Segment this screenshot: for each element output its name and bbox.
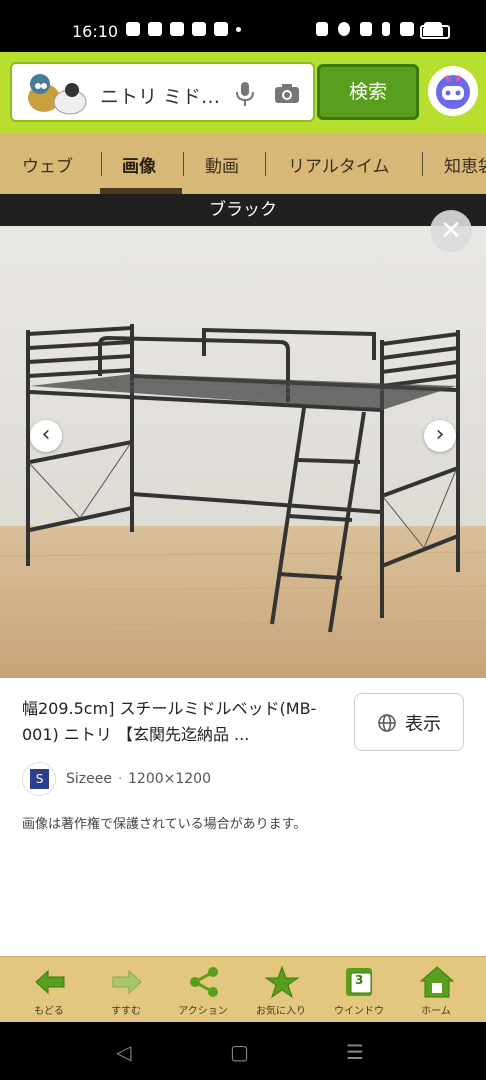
tab-video[interactable]: 動画 — [205, 152, 239, 177]
home-label: ホーム — [421, 1006, 451, 1017]
view-page-button[interactable]: 表示 — [354, 693, 464, 751]
copyright-note: 画像は著作権で保護されている場合があります。 — [22, 817, 307, 832]
nav-home-icon[interactable]: ▢ — [230, 1040, 249, 1064]
next-image-button[interactable]: › — [424, 420, 456, 452]
source-separator: · — [118, 771, 123, 787]
cart-icon — [170, 22, 184, 36]
tab-web[interactable]: ウェブ — [22, 152, 73, 177]
search-header: ニトリ ミド… 検索 — [0, 52, 486, 134]
more-dot-icon — [236, 26, 241, 32]
tab-chiebukuro[interactable]: 知恵袋 — [444, 152, 486, 177]
star-icon — [265, 965, 299, 999]
assistant-icon[interactable] — [428, 66, 478, 116]
system-nav-bar: ◁ ▢ ☰ — [0, 1022, 486, 1080]
bluetooth-icon — [382, 22, 390, 36]
back-button[interactable]: もどる — [11, 957, 87, 1023]
view-button-label: 表示 — [405, 714, 441, 735]
image-dimensions: 1200×1200 — [128, 771, 211, 787]
search-query: ニトリ ミド… — [100, 86, 221, 108]
alarm-icon — [338, 22, 350, 36]
bottom-toolbar: もどる すすむ アクション お気に入り 3 ウインドウ ホーム — [0, 956, 486, 1023]
tab-divider — [422, 152, 423, 176]
share-icon — [190, 967, 218, 997]
forward-label: すすむ — [111, 1006, 141, 1017]
forward-arrow-icon — [112, 969, 142, 995]
tab-divider — [265, 152, 266, 176]
character-logo-icon — [28, 74, 87, 115]
tab-divider — [101, 152, 102, 176]
loft-bed-image — [0, 226, 486, 678]
result-image[interactable] — [0, 226, 486, 678]
mute-icon — [360, 22, 372, 36]
volte-icon — [400, 22, 414, 36]
tab-images[interactable]: 画像 — [122, 152, 156, 177]
source-name[interactable]: Sizeee — [66, 771, 112, 787]
image-caption: ブラック — [0, 194, 486, 226]
camera-icon[interactable] — [274, 82, 300, 104]
notification-icons — [126, 22, 241, 36]
news-icon — [148, 22, 162, 36]
tab-realtime[interactable]: リアルタイム — [288, 152, 390, 177]
windows-button[interactable]: 3 ウインドウ — [321, 957, 397, 1023]
battery-icon — [420, 25, 450, 39]
search-type-tabs: ウェブ 画像 動画 リアルタイム 知恵袋 — [0, 134, 486, 194]
nav-back-icon[interactable]: ◁ — [116, 1040, 131, 1064]
action-button[interactable]: アクション — [165, 957, 241, 1023]
search-input[interactable]: ニトリ ミド… — [10, 62, 315, 122]
home-icon — [420, 966, 454, 998]
nav-menu-icon[interactable]: ☰ — [346, 1040, 364, 1064]
favorites-button[interactable]: お気に入り — [243, 957, 319, 1023]
window-count: 3 — [355, 973, 364, 987]
microphone-icon[interactable] — [234, 80, 256, 108]
close-button[interactable]: ✕ — [430, 210, 472, 252]
source-favicon: S — [22, 762, 56, 796]
windows-label: ウインドウ — [334, 1006, 384, 1017]
previous-image-button[interactable]: ‹ — [30, 420, 62, 452]
globe-icon — [378, 714, 396, 732]
action-label: アクション — [178, 1006, 228, 1017]
status-time: 16:10 — [72, 22, 119, 41]
pay-icon — [214, 22, 228, 36]
back-arrow-icon — [35, 969, 65, 995]
line-icon — [126, 22, 140, 36]
result-title[interactable]: 幅209.5cm] スチールミドルベッド(MB-001) ニトリ 【玄関先迄納品… — [22, 696, 342, 748]
search-button[interactable]: 検索 — [317, 64, 419, 120]
favorites-label: お気に入り — [256, 1006, 306, 1017]
forward-button[interactable]: すすむ — [88, 957, 164, 1023]
status-bar: 16:10 — [0, 0, 486, 52]
nfc-icon — [316, 22, 328, 36]
back-label: もどる — [34, 1006, 64, 1017]
tab-divider — [183, 152, 184, 176]
yahoo-icon — [192, 22, 206, 36]
home-button[interactable]: ホーム — [398, 957, 474, 1023]
